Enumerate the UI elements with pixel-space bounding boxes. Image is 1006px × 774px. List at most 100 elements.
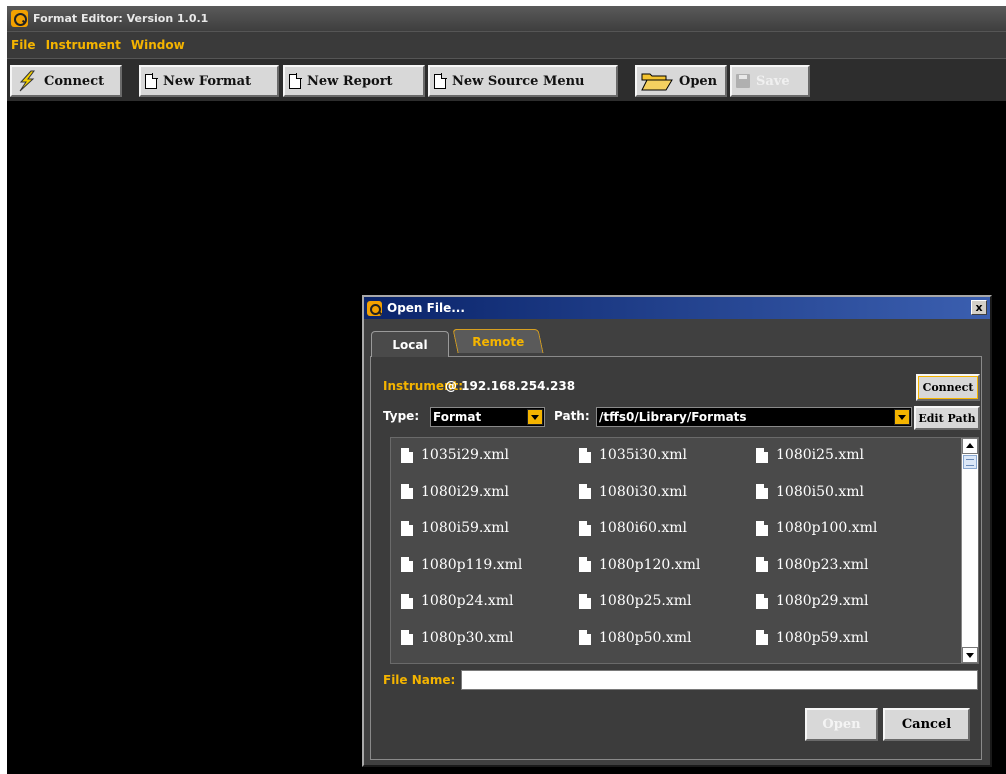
open-file-dialog: Open File... x Remote Local Instrument: … (362, 295, 992, 767)
save-icon (736, 74, 750, 88)
lightning-icon (19, 70, 35, 92)
file-item[interactable]: 1080p24.xml (401, 591, 514, 611)
file-icon (401, 520, 413, 536)
file-icon (756, 484, 768, 499)
tab-remote-label: Remote (472, 334, 525, 349)
scroll-thumb[interactable] (963, 455, 977, 469)
file-name-input[interactable] (461, 670, 978, 690)
file-icon (756, 520, 768, 536)
file-icon (756, 593, 768, 609)
file-item[interactable]: 1035i30.xml (579, 445, 687, 465)
tab-local[interactable]: Local (371, 331, 449, 357)
new-report-button[interactable]: New Report (283, 65, 425, 97)
file-name: 1080p23.xml (776, 556, 869, 573)
menu-window[interactable]: Window (126, 38, 190, 52)
new-format-label: New Format (163, 73, 252, 89)
file-icon (401, 484, 413, 499)
file-item[interactable]: 1080i25.xml (756, 445, 864, 465)
save-button[interactable]: Save (730, 65, 810, 97)
file-name: 1080p100.xml (776, 520, 878, 536)
file-name: 1080p120.xml (599, 556, 701, 573)
dialog-open-button[interactable]: Open (805, 708, 878, 741)
file-name: 1080i29.xml (421, 483, 510, 500)
file-name: 1080i30.xml (599, 483, 688, 500)
file-icon (579, 447, 591, 463)
file-item[interactable]: 1080i29.xml (401, 482, 509, 502)
file-item[interactable]: 1080p120.xml (579, 555, 700, 575)
file-item[interactable]: 1080p23.xml (756, 555, 869, 575)
file-item[interactable]: 1080p29.xml (756, 591, 869, 611)
dialog-connect-button[interactable]: Connect (916, 374, 980, 401)
file-list[interactable]: 1035i29.xml 1035i30.xml 1080i25.xml 1080i29… (390, 437, 979, 664)
menu-instrument[interactable]: Instrument (41, 38, 126, 52)
instrument-address: @ 192.168.254.238 (445, 379, 576, 393)
tab-local-label: Local (392, 337, 428, 352)
file-name: 1080i25.xml (776, 447, 865, 463)
file-item[interactable]: 1080i30.xml (579, 482, 687, 502)
file-name: 1080p119.xml (421, 556, 523, 573)
connect-button[interactable]: Connect (10, 65, 122, 97)
new-source-menu-label: New Source Menu (452, 73, 585, 89)
chevron-down-icon[interactable] (894, 409, 910, 425)
file-icon (401, 557, 413, 572)
edit-path-button[interactable]: Edit Path (914, 406, 980, 430)
file-item[interactable]: 1080p30.xml (401, 628, 514, 648)
open-button[interactable]: Open (635, 65, 727, 97)
toolbar: Connect New Format New Report New Source… (7, 58, 1006, 101)
file-item[interactable]: 1080p119.xml (401, 555, 522, 575)
tab-panel: Instrument: @ 192.168.254.238 Connect Ty… (370, 356, 982, 760)
type-select[interactable]: Format (430, 407, 545, 427)
scroll-up-icon[interactable] (962, 438, 978, 454)
file-name-label: File Name: (383, 673, 456, 687)
dialog-title: Open File... (387, 301, 465, 315)
path-select[interactable]: /tffs0/Library/Formats (596, 407, 912, 427)
open-label: Open (679, 73, 718, 89)
file-name: 1080i59.xml (421, 520, 510, 536)
file-name: 1080p50.xml (599, 629, 692, 646)
app-logo-icon (367, 300, 382, 316)
file-icon (579, 557, 591, 572)
title-bar: Format Editor: Version 1.0.1 (7, 6, 1006, 31)
file-item[interactable]: 1080i60.xml (579, 518, 687, 538)
file-name: 1080i60.xml (599, 520, 688, 536)
dialog-title-bar: Open File... x (364, 297, 990, 319)
file-icon (579, 593, 591, 609)
file-item[interactable]: 1080p25.xml (579, 591, 692, 611)
file-icon (579, 484, 591, 499)
file-name: 1080p25.xml (599, 593, 692, 609)
new-document-icon (434, 73, 447, 89)
new-format-button[interactable]: New Format (139, 65, 279, 97)
folder-open-icon (641, 73, 673, 91)
new-document-icon (145, 73, 158, 89)
file-item[interactable]: 1080p50.xml (579, 628, 692, 648)
file-name: 1035i29.xml (421, 447, 510, 463)
file-item[interactable]: 1080p59.xml (756, 628, 869, 648)
file-item[interactable]: 1035i29.xml (401, 445, 509, 465)
file-icon (579, 520, 591, 536)
window-title: Format Editor: Version 1.0.1 (33, 12, 209, 25)
file-icon (401, 447, 413, 463)
file-item[interactable]: 1080p100.xml (756, 518, 877, 538)
file-icon (579, 630, 591, 645)
file-icon (401, 630, 413, 645)
save-label: Save (756, 73, 790, 89)
file-item[interactable]: 1080i50.xml (756, 482, 864, 502)
file-name: 1080p59.xml (776, 629, 869, 646)
type-value: Format (433, 410, 482, 424)
chevron-down-icon[interactable] (527, 409, 543, 425)
new-document-icon (289, 73, 302, 89)
path-label: Path: (554, 409, 590, 423)
file-name: 1080p30.xml (421, 629, 514, 646)
new-source-menu-button[interactable]: New Source Menu (428, 65, 618, 97)
menu-file[interactable]: File (7, 38, 41, 52)
tab-remote[interactable]: Remote (452, 329, 544, 353)
connect-label: Connect (44, 73, 105, 89)
app-logo-icon (11, 10, 28, 27)
cancel-button[interactable]: Cancel (883, 708, 970, 741)
vertical-scrollbar[interactable] (961, 438, 978, 663)
file-icon (756, 630, 768, 645)
close-icon[interactable]: x (971, 300, 987, 315)
scroll-down-icon[interactable] (962, 647, 978, 663)
file-item[interactable]: 1080i59.xml (401, 518, 509, 538)
file-name: 1080p29.xml (776, 593, 869, 609)
